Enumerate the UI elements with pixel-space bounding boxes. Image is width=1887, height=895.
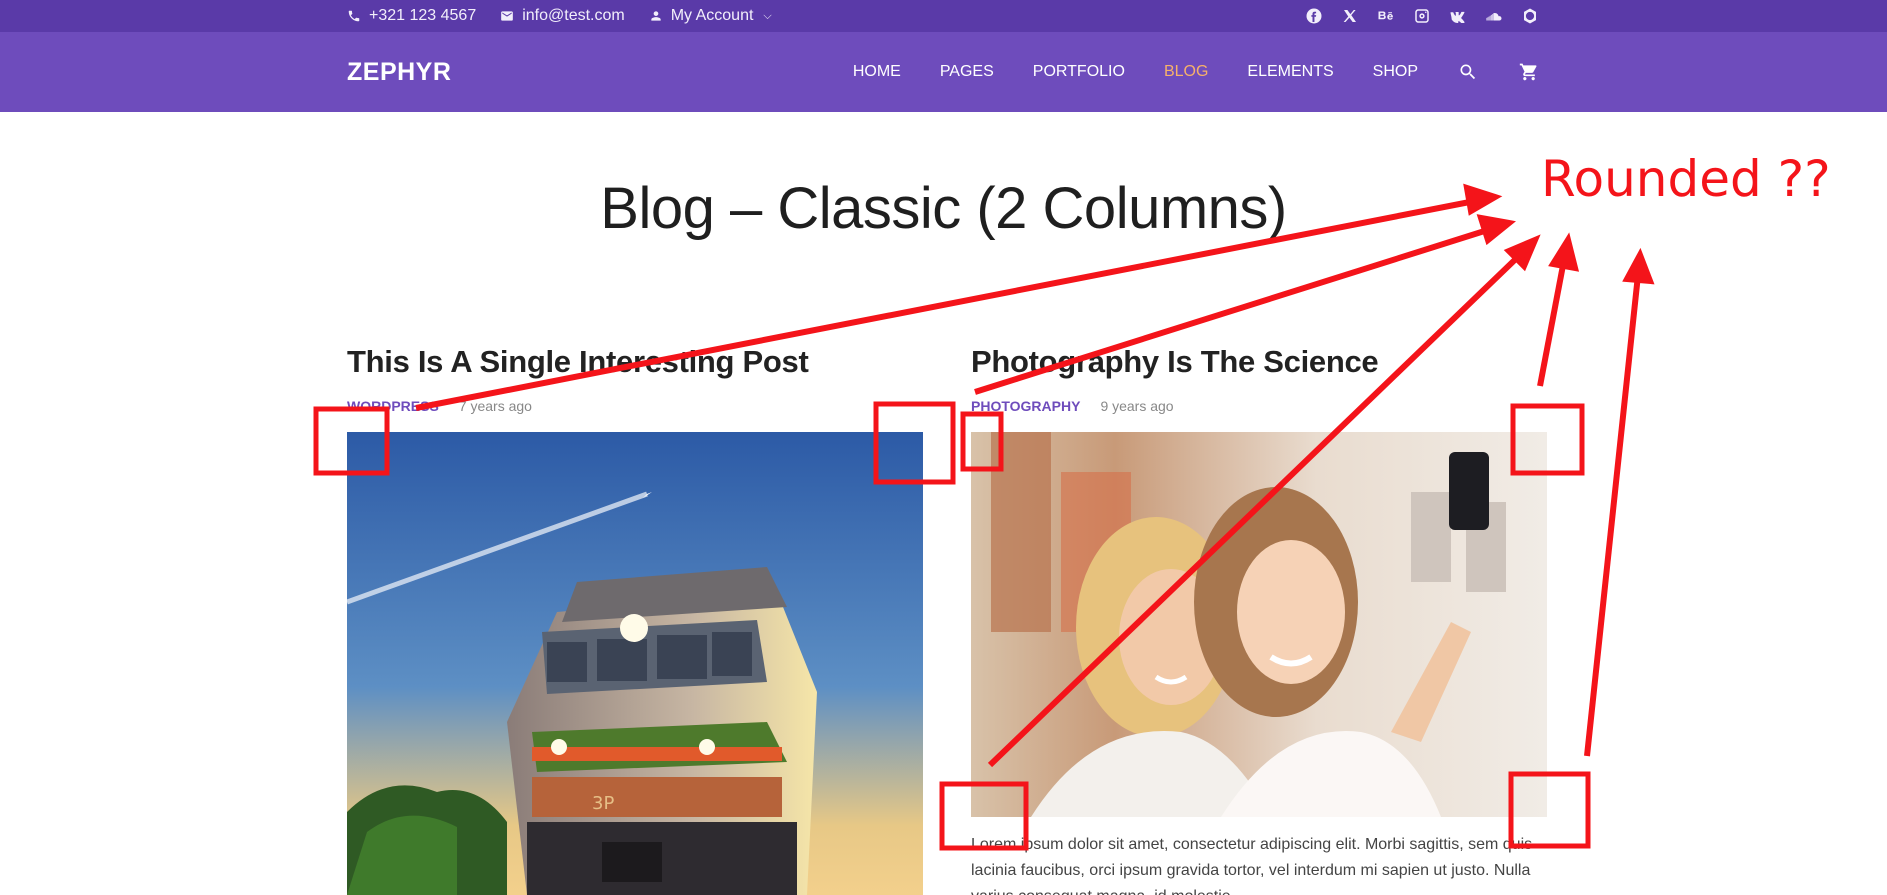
facebook-icon[interactable]: [1304, 6, 1324, 26]
cart-icon[interactable]: [1518, 61, 1540, 83]
soundcloud-icon[interactable]: [1484, 6, 1504, 26]
instagram-icon[interactable]: [1412, 6, 1432, 26]
top-bar: +321 123 4567 info@test.com My Account ⌵: [0, 0, 1887, 32]
post-title[interactable]: This Is A Single Interesting Post: [347, 344, 923, 380]
annotation-label: Rounded ??: [1541, 150, 1831, 208]
annotation-overlay: [313, 183, 1655, 851]
x-icon[interactable]: [1340, 6, 1360, 26]
account-label: My Account: [670, 7, 754, 24]
chevron-down-icon: ⌵: [763, 9, 772, 22]
search-icon[interactable]: [1457, 61, 1479, 83]
phone-contact[interactable]: +321 123 4567: [347, 7, 476, 25]
nav-item-portfolio[interactable]: PORTFOLIO: [1033, 63, 1125, 81]
post-category[interactable]: WORDPRESS: [347, 398, 439, 414]
main-navigation: ZEPHYR HOME PAGES PORTFOLIO BLOG ELEMENT…: [0, 32, 1887, 112]
nav-item-home[interactable]: HOME: [853, 63, 901, 81]
arrow-head: [1503, 234, 1541, 272]
post-thumbnail[interactable]: 3Р: [347, 432, 923, 895]
svg-text:3Р: 3Р: [592, 793, 614, 814]
email-address: info@test.com: [522, 7, 625, 24]
blog-post-card: Photography Is The Science PHOTOGRAPHY 9…: [971, 344, 1547, 895]
nav-item-shop[interactable]: SHOP: [1373, 63, 1418, 81]
blog-post-card: This Is A Single Interesting Post WORDPR…: [347, 344, 923, 895]
email-contact[interactable]: info@test.com: [500, 7, 625, 25]
post-date: 9 years ago: [1100, 398, 1174, 414]
jsfiddle-icon[interactable]: [1520, 6, 1540, 26]
social-links: [1304, 6, 1540, 26]
arrow-head: [1548, 232, 1580, 272]
post-title[interactable]: Photography Is The Science: [971, 344, 1547, 380]
post-meta: WORDPRESS 7 years ago: [347, 398, 923, 414]
annotation-arrow: [1584, 274, 1641, 757]
vk-icon[interactable]: [1448, 6, 1468, 26]
user-icon: [651, 11, 661, 21]
behance-icon[interactable]: [1376, 6, 1396, 26]
nav-item-elements[interactable]: ELEMENTS: [1247, 63, 1333, 81]
site-logo[interactable]: ZEPHYR: [347, 58, 451, 87]
nav-menu: HOME PAGES PORTFOLIO BLOG ELEMENTS SHOP: [853, 61, 1540, 83]
account-menu[interactable]: My Account ⌵: [649, 7, 772, 25]
mail-icon: [501, 11, 514, 21]
contact-info: +321 123 4567 info@test.com My Account ⌵: [347, 7, 772, 25]
phone-number: +321 123 4567: [369, 7, 477, 24]
post-meta: PHOTOGRAPHY 9 years ago: [971, 398, 1547, 414]
post-category[interactable]: PHOTOGRAPHY: [971, 398, 1080, 414]
post-thumbnail[interactable]: [971, 432, 1547, 817]
post-date: 7 years ago: [458, 398, 532, 414]
nav-item-blog[interactable]: BLOG: [1164, 63, 1208, 81]
phone-icon: [348, 10, 360, 22]
arrow-head: [1622, 247, 1655, 285]
post-excerpt: Lorem ipsum dolor sit amet, consectetur …: [971, 836, 1533, 895]
nav-item-pages[interactable]: PAGES: [940, 63, 994, 81]
